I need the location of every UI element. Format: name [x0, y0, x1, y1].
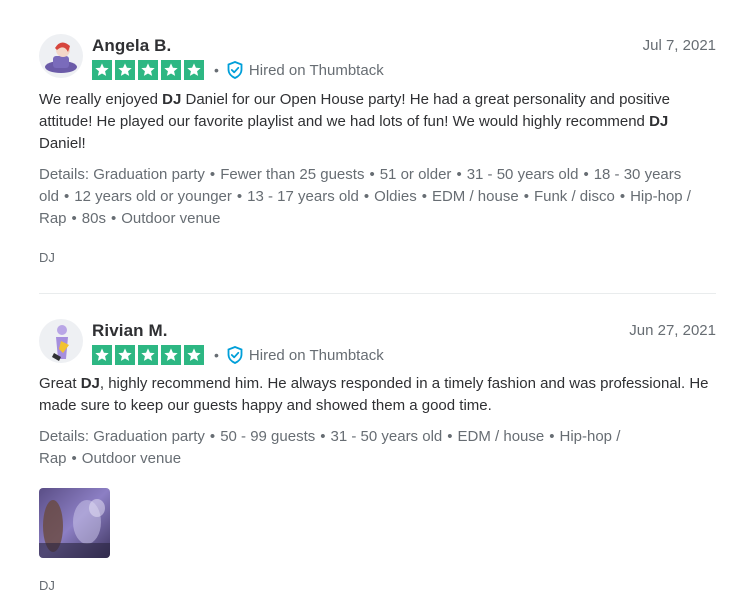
- rating-row: • Hired on Thumbtack: [92, 59, 384, 81]
- review-text: Great DJ, highly recommend him. He alway…: [39, 375, 709, 414]
- rating-row: • Hired on Thumbtack: [92, 344, 384, 366]
- star-icon: [184, 60, 204, 80]
- review-details: Details: Graduation party • 50 - 99 guests…: [39, 428, 621, 467]
- star-rating: [92, 60, 207, 80]
- separator-dot: •: [214, 62, 219, 78]
- star-icon: [115, 60, 135, 80]
- review-date: Jun 27, 2021: [629, 322, 716, 339]
- hired-badge-label: Hired on Thumbtack: [248, 61, 384, 79]
- star-icon: [115, 345, 135, 365]
- hired-badge-label: Hired on Thumbtack: [248, 346, 384, 364]
- star-icon: [92, 345, 112, 365]
- reviewer-avatar: [39, 319, 83, 363]
- review-photo[interactable]: [39, 488, 110, 558]
- star-icon: [161, 345, 181, 365]
- review-details: Details: Graduation party • Fewer than 25 …: [39, 166, 691, 227]
- review-divider: [39, 293, 716, 294]
- shield-check-icon: [227, 61, 243, 79]
- star-icon: [92, 60, 112, 80]
- review-date: Jul 7, 2021: [642, 37, 716, 54]
- star-icon: [161, 60, 181, 80]
- separator-dot: •: [214, 347, 219, 363]
- star-rating: [92, 345, 207, 365]
- star-icon: [138, 345, 158, 365]
- shield-check-icon: [227, 346, 243, 364]
- reviewer-avatar: [39, 34, 83, 78]
- star-icon: [138, 60, 158, 80]
- review-category: DJ: [39, 578, 55, 593]
- reviewer-name: Angela B.: [92, 36, 172, 55]
- star-icon: [184, 345, 204, 365]
- reviewer-name: Rivian M.: [92, 321, 168, 340]
- review-text: We really enjoyed DJ Daniel for our Open…: [39, 91, 670, 152]
- review-category: DJ: [39, 250, 55, 265]
